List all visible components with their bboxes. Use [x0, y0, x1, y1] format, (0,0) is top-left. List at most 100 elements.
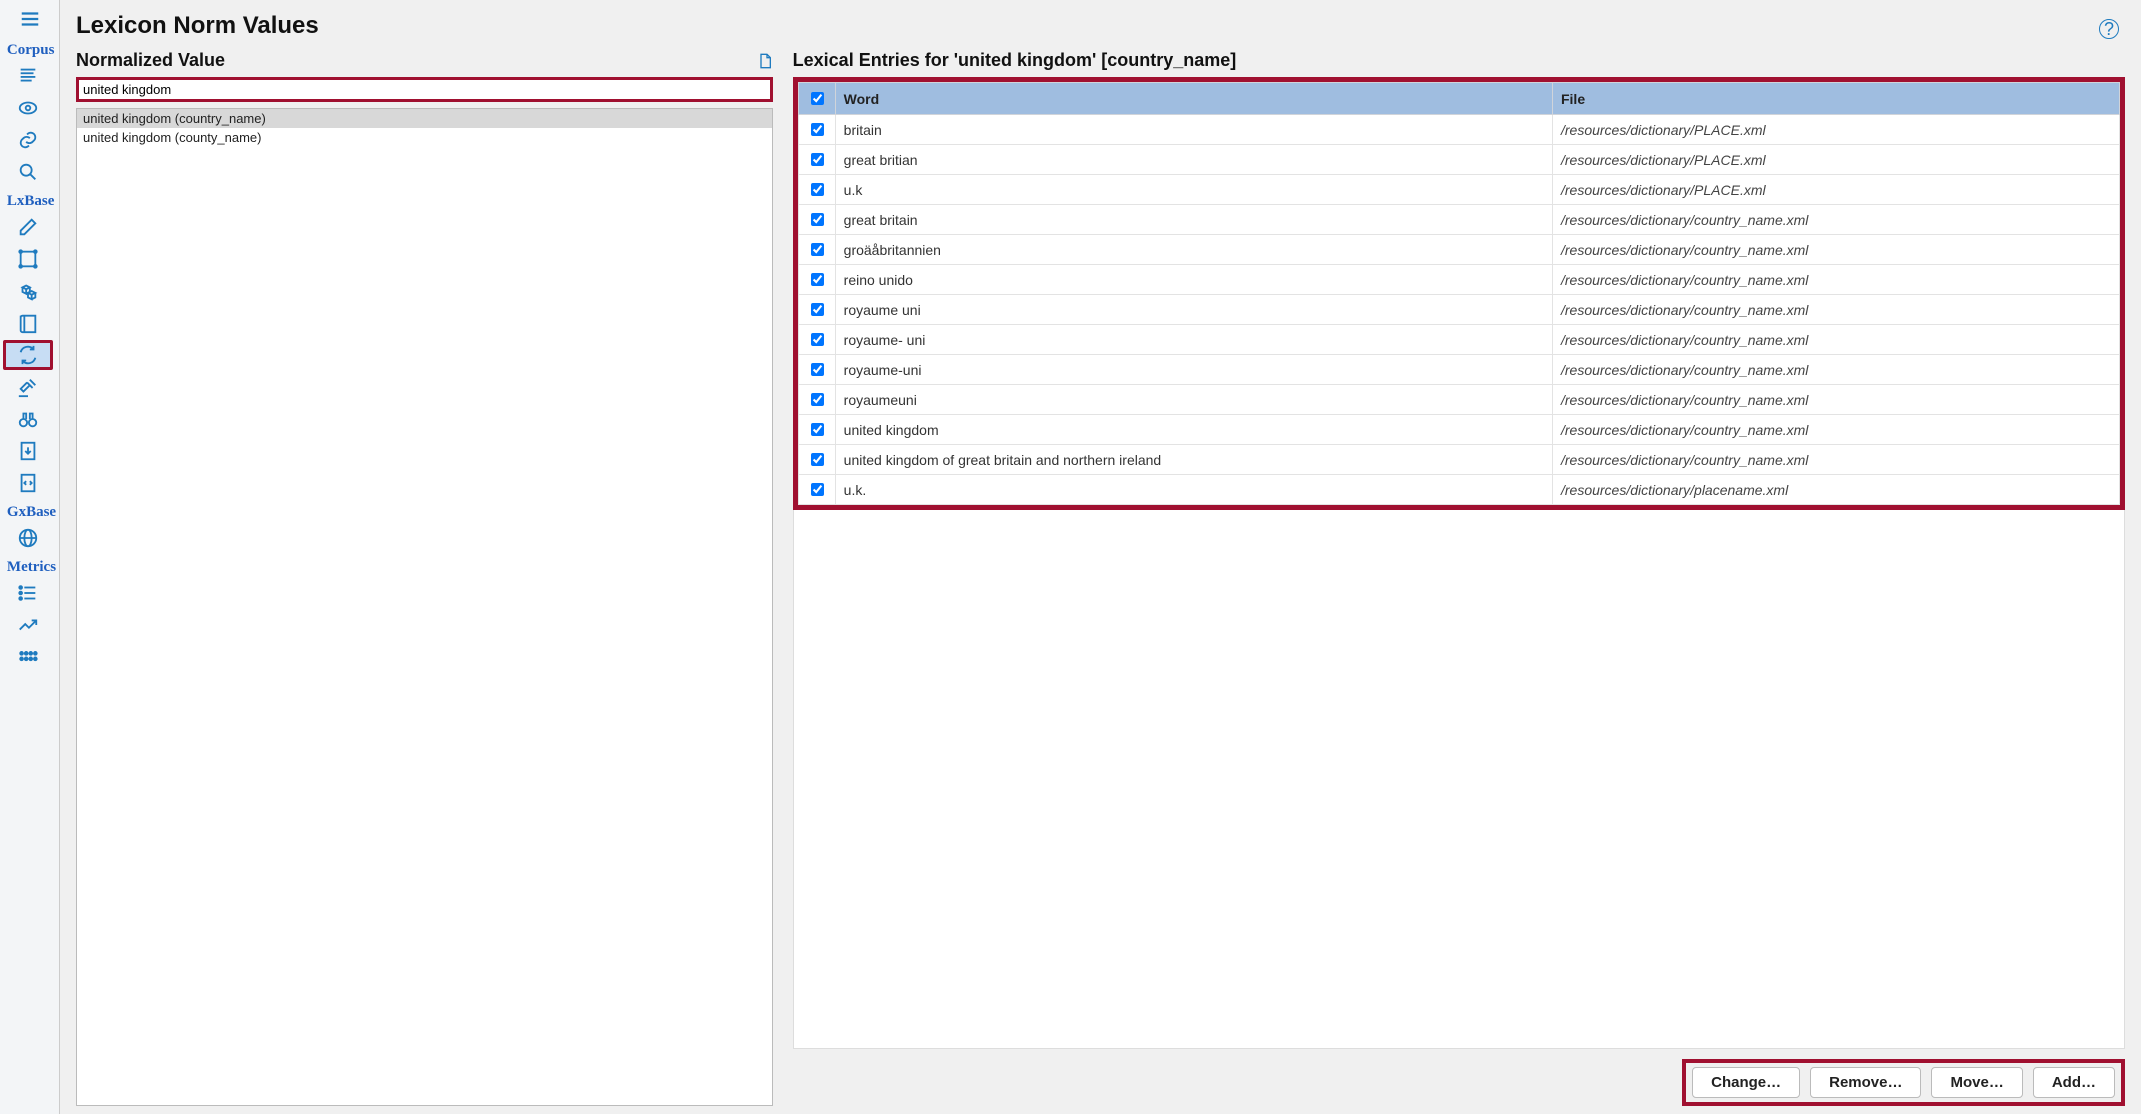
row-word: royaumeuni	[835, 385, 1552, 415]
list-icon	[17, 582, 39, 604]
entries-label: Lexical Entries for 'united kingdom' [co…	[793, 50, 1237, 71]
sidebar-corpus-eye[interactable]	[3, 93, 53, 123]
globe-icon	[17, 527, 39, 549]
row-checkbox[interactable]	[811, 423, 824, 436]
row-checkbox[interactable]	[811, 483, 824, 496]
table-row[interactable]: united kingdom /resources/dictionary/cou…	[798, 415, 2119, 445]
cycle-icon	[17, 344, 39, 366]
select-icon	[17, 248, 39, 270]
row-checkbox[interactable]	[811, 243, 824, 256]
row-word: reino unido	[835, 265, 1552, 295]
table-row[interactable]: u.k. /resources/dictionary/placename.xml	[798, 475, 2119, 505]
help-icon[interactable]: ?	[2099, 19, 2119, 39]
sidebar-section-corpus: Corpus	[3, 42, 56, 59]
row-checkbox[interactable]	[811, 183, 824, 196]
row-file: /resources/dictionary/country_name.xml	[1552, 235, 2119, 265]
row-word: royaume uni	[835, 295, 1552, 325]
sidebar-metrics-chart[interactable]	[3, 610, 53, 640]
sidebar-lx-code[interactable]	[3, 468, 53, 498]
row-checkbox[interactable]	[811, 273, 824, 286]
row-file: /resources/dictionary/country_name.xml	[1552, 325, 2119, 355]
row-file: /resources/dictionary/country_name.xml	[1552, 355, 2119, 385]
code-icon	[17, 472, 39, 494]
entries-table: Word File britain /resources/dictionary/…	[798, 82, 2120, 505]
row-checkbox[interactable]	[811, 453, 824, 466]
dots-icon	[17, 646, 39, 668]
sidebar-lx-book[interactable]	[3, 308, 53, 338]
table-row[interactable]: royaume-uni /resources/dictionary/countr…	[798, 355, 2119, 385]
row-word: britain	[835, 115, 1552, 145]
sidebar-section-gxbase: GxBase	[3, 504, 56, 521]
sidebar-metrics-dots[interactable]	[3, 642, 53, 672]
table-row[interactable]: u.k /resources/dictionary/PLACE.xml	[798, 175, 2119, 205]
normalized-list-item[interactable]: united kingdom (county_name)	[77, 128, 772, 147]
sidebar-lx-norm[interactable]	[3, 340, 53, 370]
sidebar-corpus-doc[interactable]	[3, 61, 53, 91]
hamburger-icon	[19, 8, 41, 30]
sidebar-gx-globe[interactable]	[3, 523, 53, 553]
row-checkbox[interactable]	[811, 213, 824, 226]
move-button[interactable]: Move…	[1931, 1067, 2022, 1098]
sidebar-lx-binoculars[interactable]	[3, 404, 53, 434]
normalized-list[interactable]: united kingdom (country_name)united king…	[76, 108, 773, 1106]
table-row[interactable]: royaumeuni /resources/dictionary/country…	[798, 385, 2119, 415]
sidebar-section-metrics: Metrics	[3, 559, 56, 576]
row-checkbox[interactable]	[811, 303, 824, 316]
table-row[interactable]: groäåbritannien /resources/dictionary/co…	[798, 235, 2119, 265]
row-word: u.k.	[835, 475, 1552, 505]
table-row[interactable]: royaume uni /resources/dictionary/countr…	[798, 295, 2119, 325]
row-file: /resources/dictionary/country_name.xml	[1552, 385, 2119, 415]
row-word: royaume- uni	[835, 325, 1552, 355]
entries-header-word[interactable]: Word	[835, 83, 1552, 115]
table-row[interactable]: reino unido /resources/dictionary/countr…	[798, 265, 2119, 295]
search-icon	[17, 161, 39, 183]
row-checkbox[interactable]	[811, 123, 824, 136]
sidebar-lx-download[interactable]	[3, 436, 53, 466]
row-checkbox[interactable]	[811, 153, 824, 166]
book-icon	[17, 312, 39, 334]
entries-header-file[interactable]: File	[1552, 83, 2119, 115]
sidebar-lx-select[interactable]	[3, 244, 53, 274]
row-word: united kingdom of great britain and nort…	[835, 445, 1552, 475]
sidebar-lx-cubes[interactable]	[3, 276, 53, 306]
download-icon	[17, 440, 39, 462]
select-all-checkbox[interactable]	[811, 92, 824, 105]
sidebar-metrics-list[interactable]	[3, 578, 53, 608]
action-bar: Change… Remove… Move… Add…	[1682, 1059, 2125, 1106]
sidebar-lx-gavel[interactable]	[3, 372, 53, 402]
normalized-list-item[interactable]: united kingdom (country_name)	[77, 109, 772, 128]
sidebar: Corpus LxBase GxBase Metrics	[0, 0, 60, 1114]
change-button[interactable]: Change…	[1692, 1067, 1800, 1098]
sidebar-section-lxbase: LxBase	[3, 193, 56, 210]
sidebar-corpus-search[interactable]	[3, 157, 53, 187]
eye-icon	[17, 97, 39, 119]
cubes-icon	[17, 280, 39, 302]
row-word: groäåbritannien	[835, 235, 1552, 265]
row-file: /resources/dictionary/placename.xml	[1552, 475, 2119, 505]
sidebar-lx-edit[interactable]	[3, 212, 53, 242]
remove-button[interactable]: Remove…	[1810, 1067, 1921, 1098]
normalized-value-input[interactable]	[76, 77, 773, 102]
row-checkbox[interactable]	[811, 393, 824, 406]
sidebar-corpus-link[interactable]	[3, 125, 53, 155]
row-file: /resources/dictionary/PLACE.xml	[1552, 115, 2119, 145]
document-icon[interactable]	[757, 52, 773, 70]
table-row[interactable]: great britain /resources/dictionary/coun…	[798, 205, 2119, 235]
table-row[interactable]: britain /resources/dictionary/PLACE.xml	[798, 115, 2119, 145]
row-word: great britain	[835, 205, 1552, 235]
row-checkbox[interactable]	[811, 333, 824, 346]
binoculars-icon	[17, 408, 39, 430]
table-row[interactable]: royaume- uni /resources/dictionary/count…	[798, 325, 2119, 355]
row-checkbox[interactable]	[811, 363, 824, 376]
row-file: /resources/dictionary/PLACE.xml	[1552, 145, 2119, 175]
row-word: united kingdom	[835, 415, 1552, 445]
sidebar-menu-toggle[interactable]	[5, 4, 55, 34]
entries-header-checkbox[interactable]	[798, 83, 835, 115]
table-row[interactable]: great britian /resources/dictionary/PLAC…	[798, 145, 2119, 175]
row-file: /resources/dictionary/country_name.xml	[1552, 205, 2119, 235]
lines-icon	[17, 65, 39, 87]
add-button[interactable]: Add…	[2033, 1067, 2115, 1098]
link-icon	[17, 129, 39, 151]
table-row[interactable]: united kingdom of great britain and nort…	[798, 445, 2119, 475]
gavel-icon	[17, 376, 39, 398]
